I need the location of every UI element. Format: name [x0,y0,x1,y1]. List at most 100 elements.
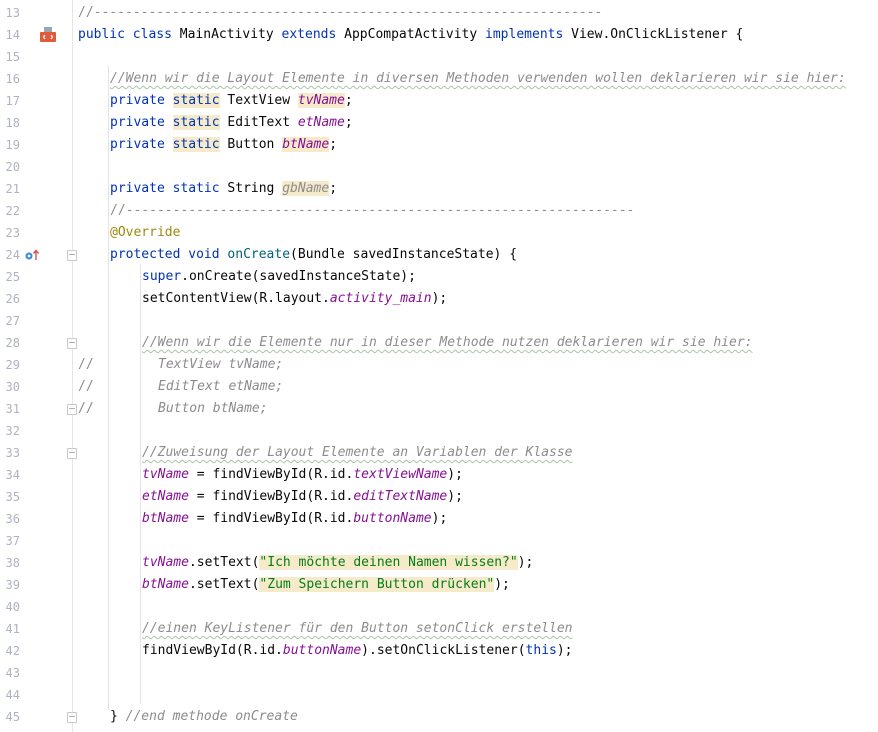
commented-code: EditText etName; [158,379,284,394]
fold-marker[interactable] [67,338,77,349]
comment-marker: // [78,401,94,416]
line-number: 22 [5,204,20,218]
line-number: 21 [5,182,20,196]
statement: super.onCreate(savedInstanceState); [142,269,416,284]
code-line[interactable]: 39 btName.setText("Zum Speichern Button … [0,574,878,596]
code-line[interactable]: 28 //Wenn wir die Elemente nur in dieser… [0,332,878,354]
fold-marker[interactable] [67,250,77,261]
fold-marker[interactable] [67,404,77,415]
line-number: 31 [5,402,20,416]
code-line[interactable]: 19 private static Button btName; [0,134,878,156]
code-line[interactable]: 24 protected void onCreate(Bundle savedI… [0,244,878,266]
method-declaration: protected void onCreate(Bundle savedInst… [110,247,518,262]
code-line[interactable]: 15 [0,46,878,68]
comment-marker: // [78,357,94,372]
comment-marker: // [78,379,94,394]
line-number: 29 [5,358,20,372]
statement: tvName.setText("Ich möchte deinen Namen … [142,555,534,570]
code-line[interactable]: 17 private static TextView tvName; [0,90,878,112]
statement: findViewById(R.id.buttonName).setOnClick… [142,643,573,658]
line-number: 35 [5,490,20,504]
statement: tvName = findViewById(R.id.textViewName)… [142,467,463,482]
code-line[interactable]: 18 private static EditText etName; [0,112,878,134]
code-line[interactable]: 22 //-----------------------------------… [0,200,878,222]
line-number: 26 [5,292,20,306]
closing-brace: } //end methode onCreate [110,709,298,724]
code-line[interactable]: 23 @Override [0,222,878,244]
code-line[interactable]: 40 [0,596,878,618]
line-number: 30 [5,380,20,394]
line-number: 39 [5,578,20,592]
comment: //Zuweisung der Layout Elemente an Varia… [142,445,573,460]
code-line[interactable]: 33 //Zuweisung der Layout Elemente an Va… [0,442,878,464]
code-line[interactable]: 31 // Button btName; [0,398,878,420]
annotation: @Override [110,225,181,240]
line-number: 32 [5,424,20,438]
code-line[interactable]: 45 } //end methode onCreate [0,706,878,728]
statement: btName.setText("Zum Speichern Button drü… [142,577,510,592]
code-line[interactable]: 35 etName = findViewById(R.id.editTextNa… [0,486,878,508]
line-number: 27 [5,314,20,328]
code-line[interactable]: 37 [0,530,878,552]
code-line[interactable]: 14 public class MainActivity extends App… [0,24,878,46]
code-line[interactable]: 16 //Wenn wir die Layout Elemente in div… [0,68,878,90]
separator-comment: //--------------------------------------… [78,5,603,20]
field-declaration: private static String gbName; [110,181,338,196]
line-number: 44 [5,688,20,702]
statement: etName = findViewById(R.id.editTextName)… [142,489,463,504]
code-line[interactable]: 20 [0,156,878,178]
line-number: 16 [5,72,20,86]
line-number: 14 [5,28,20,42]
code-editor[interactable]: 13 //-----------------------------------… [0,0,878,732]
statement: btName = findViewById(R.id.buttonName); [142,511,448,526]
line-number: 24 [5,248,20,262]
code-line[interactable]: 26 setContentView(R.layout.activity_main… [0,288,878,310]
code-line[interactable]: 34 tvName = findViewById(R.id.textViewNa… [0,464,878,486]
field-declaration: private static EditText etName; [110,115,353,130]
line-number: 41 [5,622,20,636]
field-declaration: private static TextView tvName; [110,93,353,108]
code-line[interactable]: 32 [0,420,878,442]
field-declaration: private static Button btName; [110,137,338,152]
fold-marker[interactable] [67,712,77,723]
commented-code: Button btName; [158,401,268,416]
class-declaration: public class MainActivity extends AppCom… [78,27,744,42]
line-number: 17 [5,94,20,108]
code-line[interactable]: 38 tvName.setText("Ich möchte deinen Nam… [0,552,878,574]
statement: setContentView(R.layout.activity_main); [142,291,448,306]
line-number: 40 [5,600,20,614]
comment: //Wenn wir die Elemente nur in dieser Me… [142,335,753,350]
commented-code: TextView tvName; [158,357,284,372]
line-number: 15 [5,50,20,64]
code-line[interactable]: 42 findViewById(R.id.buttonName).setOnCl… [0,640,878,662]
code-line[interactable]: 27 [0,310,878,332]
line-number: 13 [5,6,20,20]
comment: //Wenn wir die Layout Elemente in divers… [110,71,846,86]
line-number: 37 [5,534,20,548]
line-number: 45 [5,710,20,724]
line-number: 23 [5,226,20,240]
code-line[interactable]: 30 // EditText etName; [0,376,878,398]
code-line[interactable]: 21 private static String gbName; [0,178,878,200]
line-number: 34 [5,468,20,482]
code-line[interactable]: 44 [0,684,878,706]
code-line[interactable]: 36 btName = findViewById(R.id.buttonName… [0,508,878,530]
line-number: 19 [5,138,20,152]
line-number: 28 [5,336,20,350]
fold-marker[interactable] [67,448,77,459]
code-line[interactable]: 41 //einen KeyListener für den Button se… [0,618,878,640]
line-number: 33 [5,446,20,460]
code-line[interactable]: 29 // TextView tvName; [0,354,878,376]
line-number: 38 [5,556,20,570]
line-number: 20 [5,160,20,174]
line-number: 43 [5,666,20,680]
line-number: 42 [5,644,20,658]
line-number: 36 [5,512,20,526]
code-line[interactable]: 13 //-----------------------------------… [0,2,878,24]
comment: //einen KeyListener für den Button seton… [142,621,573,636]
line-number: 25 [5,270,20,284]
line-number: 18 [5,116,20,130]
code-line[interactable]: 43 [0,662,878,684]
code-line[interactable]: 25 super.onCreate(savedInstanceState); [0,266,878,288]
separator-comment: //--------------------------------------… [110,203,635,218]
